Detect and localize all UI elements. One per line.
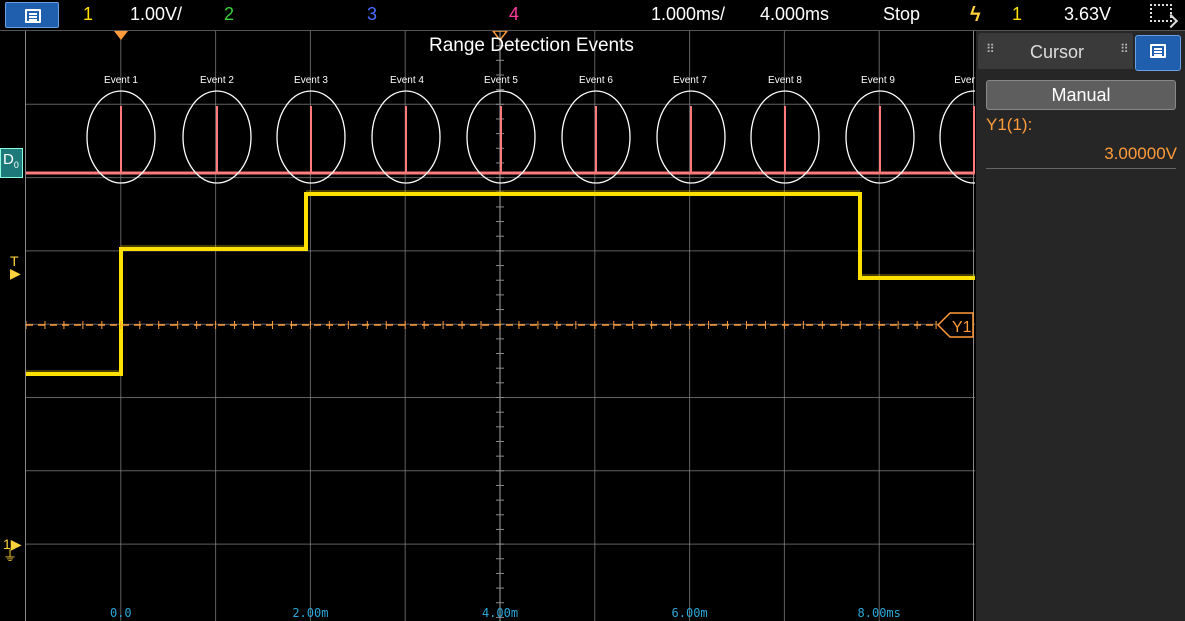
- trigger-level-marker[interactable]: T ▶: [10, 254, 21, 280]
- event-label: Event 3: [294, 75, 328, 86]
- cursor-panel-title: Cursor: [1030, 42, 1085, 62]
- display-title: Range Detection Events: [429, 35, 634, 56]
- graticule: Y1 Event 1 Event 2 Event 3 Event 4 Event 5 Ev…: [26, 31, 975, 621]
- channel2-number[interactable]: 2: [224, 4, 234, 25]
- trigger-position-marker[interactable]: [114, 31, 128, 40]
- cursor-mode-button[interactable]: Manual: [986, 80, 1176, 110]
- event-annotations: Event 1 Event 2 Event 3 Event 4 Event 5 Event…: [86, 75, 975, 184]
- drag-handle-icon[interactable]: ⠿: [986, 42, 996, 56]
- acquire-icon[interactable]: [1150, 4, 1172, 22]
- event-label: Event 7: [673, 75, 707, 86]
- divider: [986, 168, 1176, 169]
- event-label: Event 1: [104, 75, 138, 86]
- cursor-panel-tab[interactable]: ⠿ Cursor ⠿: [978, 33, 1133, 69]
- event-label: Event 10: [954, 75, 975, 86]
- x-axis-label: 0.0: [110, 606, 132, 620]
- run-state[interactable]: Stop: [883, 4, 920, 25]
- y1-cursor-value[interactable]: 3.00000V: [1104, 144, 1177, 164]
- d0-channel-marker[interactable]: D0: [0, 148, 23, 178]
- channel1-scale[interactable]: 1.00V/: [130, 4, 182, 25]
- timebase-delay[interactable]: 4.000ms: [760, 4, 829, 25]
- main-menu-button[interactable]: [5, 2, 59, 28]
- status-bar: 1 1.00V/ 2 3 4 1.000ms/ 4.000ms Stop ϟ 1…: [0, 0, 1185, 31]
- menu-icon: [1150, 44, 1166, 58]
- x-axis-label: 6.00m: [672, 606, 708, 620]
- x-axis-labels: 0.0 2.00m 4.00m 6.00m 8.00ms: [110, 606, 901, 620]
- channel3-number[interactable]: 3: [367, 4, 377, 25]
- y1-cursor-tag-label: Y1: [952, 319, 972, 336]
- ground-reference-marker[interactable]: 1▶ ⏚: [3, 537, 22, 563]
- trigger-source[interactable]: 1: [1012, 4, 1022, 25]
- timebase-scale[interactable]: 1.000ms/: [651, 4, 725, 25]
- trigger-edge-icon[interactable]: ϟ: [970, 4, 981, 27]
- menu-icon: [25, 9, 41, 23]
- cursor-panel: ⠿ Cursor ⠿ Manual Y1(1): 3.00000V: [976, 31, 1185, 621]
- event-label: Event 2: [200, 75, 234, 86]
- panel-menu-button[interactable]: [1135, 35, 1181, 71]
- channel1-number[interactable]: 1: [83, 4, 93, 25]
- event-label: Event 5: [484, 75, 518, 86]
- trigger-level[interactable]: 3.63V: [1064, 4, 1111, 25]
- waveform-display[interactable]: Y1 Event 1 Event 2 Event 3 Event 4 Event 5 Ev…: [25, 31, 975, 621]
- drag-handle-icon-right[interactable]: ⠿: [1120, 42, 1129, 56]
- event-label: Event 4: [390, 75, 424, 86]
- event-label: Event 6: [579, 75, 613, 86]
- x-axis-label: 4.00m: [482, 606, 518, 620]
- y1-cursor-label: Y1(1):: [986, 115, 1033, 134]
- event-label: Event 8: [768, 75, 802, 86]
- channel4-number[interactable]: 4: [509, 4, 519, 25]
- x-axis-label: 8.00ms: [858, 606, 901, 620]
- x-axis-label: 2.00m: [292, 606, 328, 620]
- event-label: Event 9: [861, 75, 895, 86]
